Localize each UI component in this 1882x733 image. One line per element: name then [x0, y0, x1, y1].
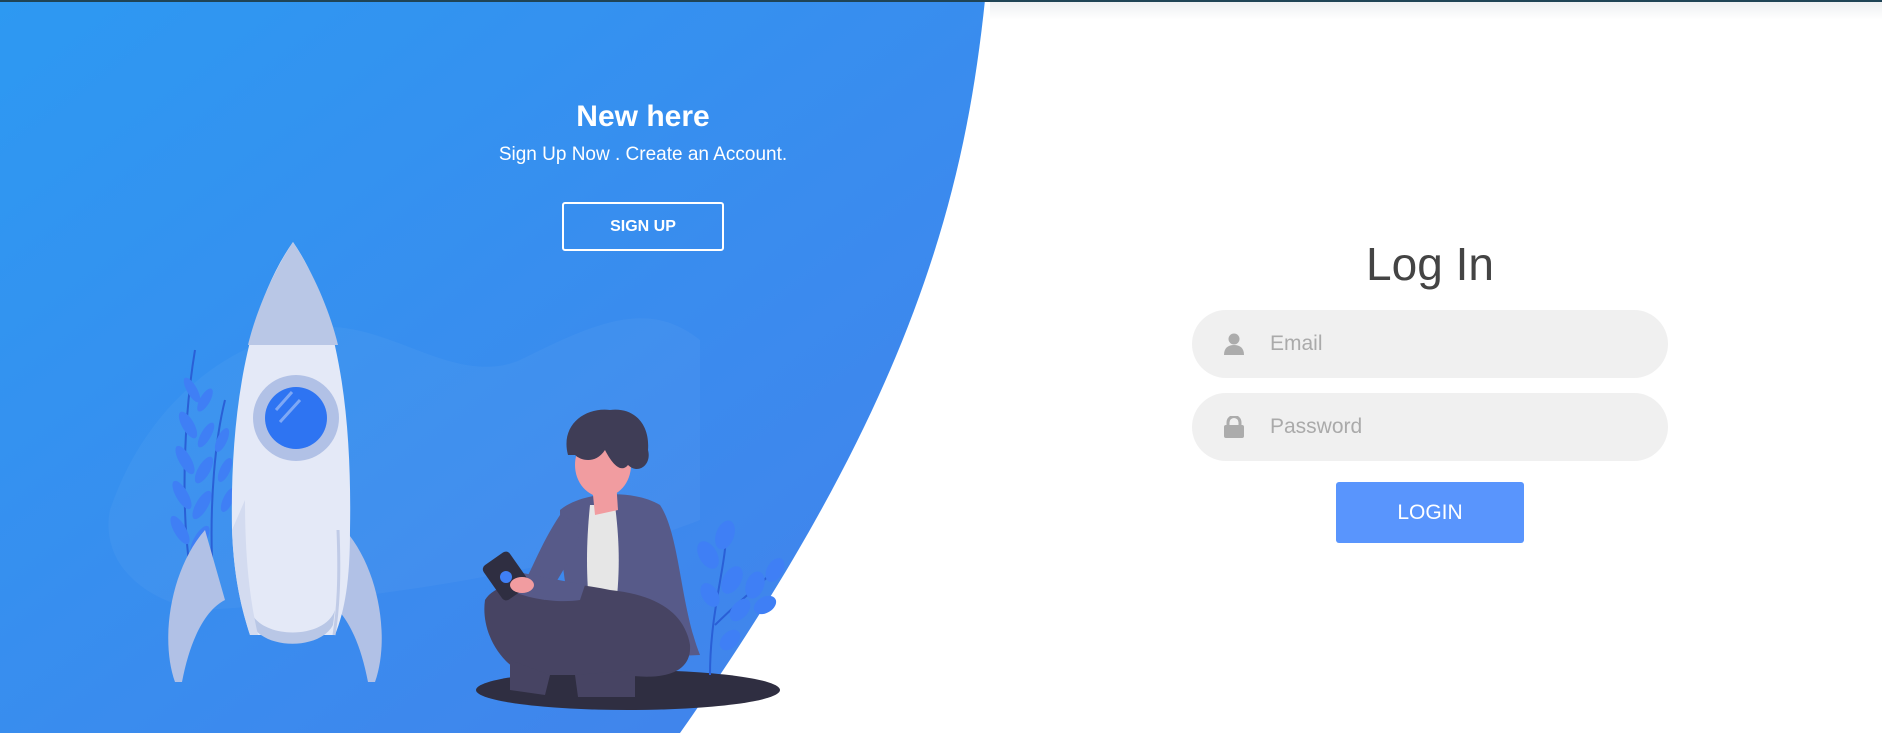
- password-field[interactable]: [1192, 393, 1668, 461]
- user-icon: [1222, 332, 1246, 356]
- login-page: New here Sign Up Now . Create an Account…: [0, 0, 1882, 733]
- login-form: Log In LOGIN: [1192, 232, 1668, 543]
- person-illustration: [476, 409, 785, 710]
- signup-button[interactable]: SIGN UP: [562, 202, 724, 251]
- login-button[interactable]: LOGIN: [1336, 482, 1524, 543]
- panel-title: New here: [576, 100, 710, 133]
- rocket-illustration: [168, 242, 382, 682]
- signup-panel: New here Sign Up Now . Create an Account…: [430, 92, 856, 251]
- email-input[interactable]: [1268, 323, 1642, 365]
- lock-icon: [1222, 415, 1246, 439]
- panel-subtitle: Sign Up Now . Create an Account.: [498, 144, 788, 165]
- top-shadow: [990, 2, 1882, 20]
- email-field[interactable]: [1192, 310, 1668, 378]
- password-input[interactable]: [1268, 406, 1642, 448]
- login-title: Log In: [1366, 238, 1494, 290]
